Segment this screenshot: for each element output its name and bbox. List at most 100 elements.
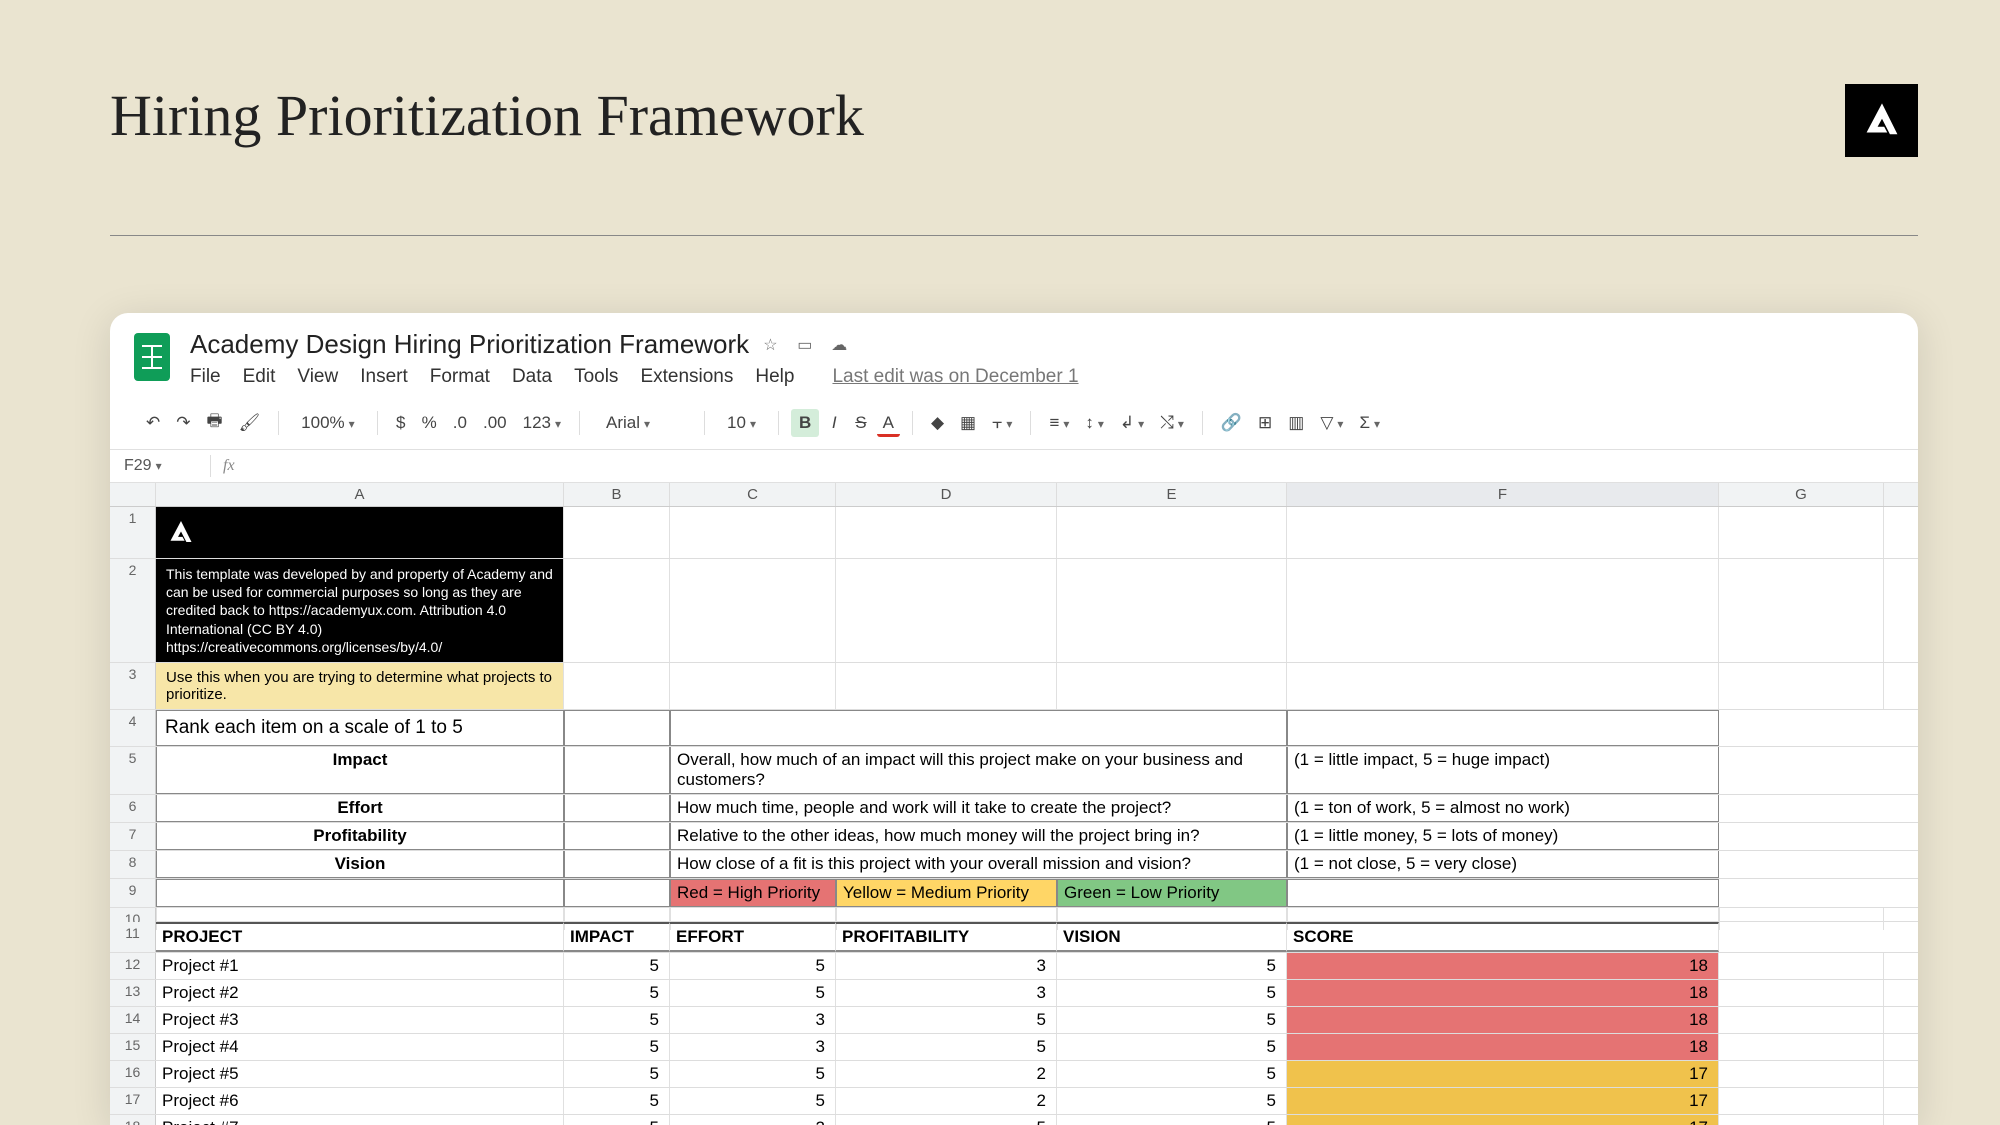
row-header[interactable]: 17 [110,1088,156,1114]
row-header[interactable]: 6 [110,795,156,822]
cell[interactable] [564,851,670,878]
cell[interactable] [1719,851,1884,878]
effort-value[interactable]: 3 [670,1007,836,1033]
borders-icon[interactable]: ▦ [954,409,982,437]
cell[interactable] [1287,879,1719,907]
cell[interactable] [1719,922,1884,952]
cell[interactable] [564,879,670,907]
menu-data[interactable]: Data [512,366,552,388]
priority-yellow[interactable]: Yellow = Medium Priority [836,879,1057,907]
select-all-corner[interactable] [110,483,156,506]
zoom-select[interactable]: 100% [291,409,365,437]
italic-button[interactable]: I [823,409,845,437]
table-row[interactable]: 17Project #6552517 [110,1088,1918,1115]
cell[interactable] [1719,1034,1884,1060]
document-title[interactable]: Academy Design Hiring Prioritization Fra… [190,329,749,360]
row-header[interactable]: 7 [110,823,156,850]
text-color-button[interactable]: A [877,409,900,437]
impact-value[interactable]: 5 [564,980,670,1006]
cell[interactable] [670,710,1287,746]
cell[interactable] [1719,1061,1884,1087]
row-header[interactable]: 5 [110,747,156,794]
row-header[interactable]: 9 [110,879,156,907]
header-vision[interactable]: VISION [1057,922,1287,952]
formula-input[interactable] [247,454,1908,478]
cell[interactable] [1057,507,1287,558]
project-name[interactable]: Project #4 [156,1034,564,1060]
cell[interactable] [564,823,670,850]
impact-value[interactable]: 5 [564,1088,670,1114]
vision-value[interactable]: 5 [1057,980,1287,1006]
license-text[interactable]: This template was developed by and prope… [156,559,564,662]
print-icon[interactable]: 🖶 [201,404,229,441]
header-profit[interactable]: PROFITABILITY [836,922,1057,952]
row-header[interactable]: 18 [110,1115,156,1125]
criteria-vision-scale[interactable]: (1 = not close, 5 = very close) [1287,851,1719,878]
cell[interactable] [1287,663,1719,709]
menu-tools[interactable]: Tools [574,366,618,388]
vision-value[interactable]: 5 [1057,1061,1287,1087]
table-row[interactable]: 18Project #7525517 [110,1115,1918,1125]
font-size-select[interactable]: 10 [717,409,766,437]
criteria-vision-desc[interactable]: How close of a fit is this project with … [670,851,1287,878]
criteria-vision[interactable]: Vision [156,851,564,878]
project-name[interactable]: Project #5 [156,1061,564,1087]
criteria-impact-scale[interactable]: (1 = little impact, 5 = huge impact) [1287,747,1719,794]
menu-format[interactable]: Format [430,366,490,388]
col-a[interactable]: A [156,483,564,506]
cell[interactable] [564,559,670,662]
col-g[interactable]: G [1719,483,1884,506]
row-header[interactable]: 13 [110,980,156,1006]
criteria-effort-desc[interactable]: How much time, people and work will it t… [670,795,1287,822]
score-value[interactable]: 18 [1287,953,1719,979]
star-icon[interactable]: ☆ [763,335,783,355]
criteria-profit-scale[interactable]: (1 = little money, 5 = lots of money) [1287,823,1719,850]
last-edit-link[interactable]: Last edit was on December 1 [832,366,1078,388]
row-header[interactable]: 16 [110,1061,156,1087]
row-header[interactable]: 12 [110,953,156,979]
priority-red[interactable]: Red = High Priority [670,879,836,907]
cell[interactable] [670,507,836,558]
row-header[interactable]: 11 [110,922,156,952]
text-rotation-icon[interactable]: ⤭ [1154,409,1190,437]
cell[interactable] [670,663,836,709]
cell[interactable] [1719,953,1884,979]
sheets-app-icon[interactable] [134,333,170,381]
menu-help[interactable]: Help [755,366,794,388]
col-c[interactable]: C [670,483,836,506]
profit-value[interactable]: 2 [836,1088,1057,1114]
cell[interactable] [564,710,670,746]
effort-value[interactable]: 3 [670,1034,836,1060]
cell[interactable] [1719,823,1884,850]
header-score[interactable]: SCORE [1287,922,1719,952]
criteria-profit[interactable]: Profitability [156,823,564,850]
impact-value[interactable]: 5 [564,1034,670,1060]
col-d[interactable]: D [836,483,1057,506]
menu-file[interactable]: File [190,366,221,388]
table-row[interactable]: 15Project #4535518 [110,1034,1918,1061]
link-icon[interactable]: 🔗 [1215,409,1248,437]
impact-value[interactable]: 5 [564,1115,670,1125]
cell[interactable] [564,795,670,822]
text-wrap-icon[interactable]: ↲ [1114,409,1150,437]
cell[interactable] [1719,507,1884,558]
cell[interactable] [836,507,1057,558]
criteria-profit-desc[interactable]: Relative to the other ideas, how much mo… [670,823,1287,850]
impact-value[interactable]: 5 [564,1007,670,1033]
cell[interactable] [1057,663,1287,709]
effort-value[interactable]: 5 [670,1088,836,1114]
row-header[interactable]: 8 [110,851,156,878]
table-row[interactable]: 13Project #2553518 [110,980,1918,1007]
criteria-impact[interactable]: Impact [156,747,564,794]
cell[interactable] [1719,1007,1884,1033]
row-header[interactable]: 1 [110,507,156,558]
percent-button[interactable]: % [416,409,443,437]
profit-value[interactable]: 3 [836,953,1057,979]
cell[interactable] [1287,710,1719,746]
effort-value[interactable]: 5 [670,980,836,1006]
table-row[interactable]: 14Project #3535518 [110,1007,1918,1034]
cell[interactable] [1719,663,1884,709]
fill-color-icon[interactable]: ◆ [925,409,950,437]
row-header[interactable]: 3 [110,663,156,709]
profit-value[interactable]: 5 [836,1115,1057,1125]
